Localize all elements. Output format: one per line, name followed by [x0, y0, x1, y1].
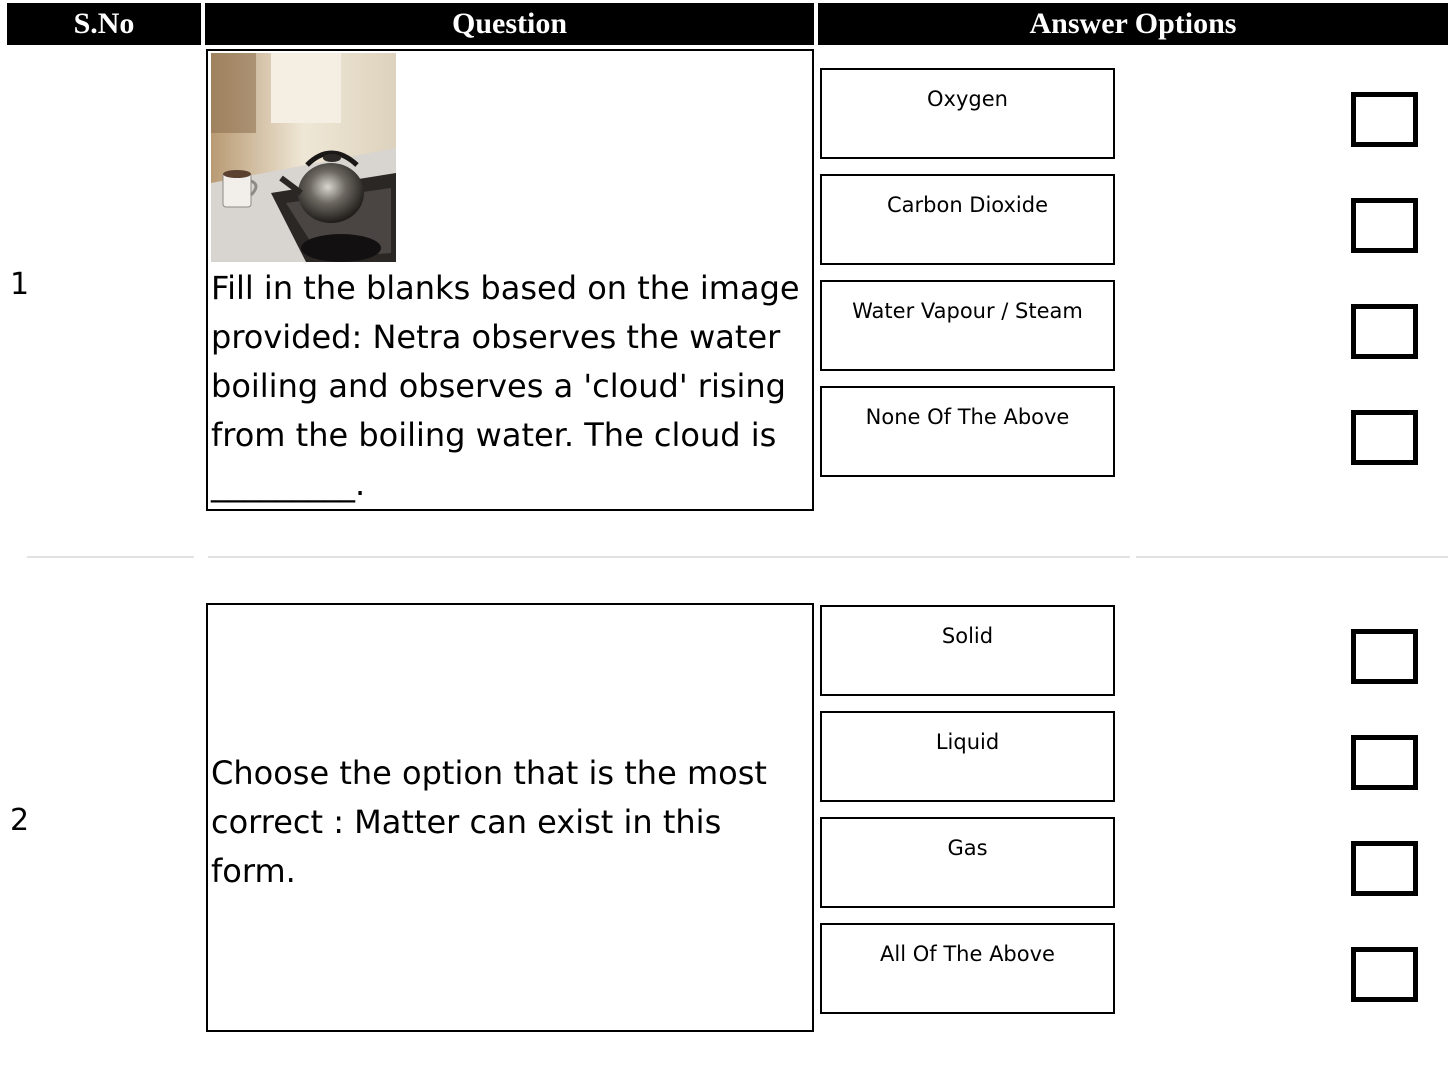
kettle-image [211, 53, 396, 262]
question-2-text: Choose the option that is the most corre… [211, 754, 767, 890]
question-2-option-3[interactable]: Gas [820, 817, 1115, 908]
question-1-option-2[interactable]: Carbon Dioxide [820, 174, 1115, 265]
question-2-checkbox-2[interactable] [1351, 735, 1418, 790]
header-answer-options: Answer Options [818, 3, 1448, 45]
question-1-checkbox-3[interactable] [1351, 304, 1418, 359]
question-2-checkbox-1[interactable] [1351, 629, 1418, 684]
question-2-option-1[interactable]: Solid [820, 605, 1115, 696]
header-question: Question [205, 3, 814, 45]
header-sno: S.No [7, 3, 201, 45]
row-divider [27, 556, 194, 558]
question-2-number: 2 [10, 803, 30, 838]
question-1-text: Fill in the blanks based on the image pr… [211, 269, 800, 503]
question-1-checkbox-4[interactable] [1351, 410, 1418, 465]
question-2-option-4[interactable]: All Of The Above [820, 923, 1115, 1014]
question-1-number: 1 [10, 267, 30, 302]
question-2-box: Choose the option that is the most corre… [206, 603, 814, 1032]
question-1-box: Fill in the blanks based on the image pr… [206, 49, 814, 511]
question-2-option-2[interactable]: Liquid [820, 711, 1115, 802]
question-1-option-1[interactable]: Oxygen [820, 68, 1115, 159]
question-1-checkbox-1[interactable] [1351, 92, 1418, 147]
question-1-option-4[interactable]: None Of The Above [820, 386, 1115, 477]
question-1-option-3[interactable]: Water Vapour / Steam [820, 280, 1115, 371]
question-2-checkbox-4[interactable] [1351, 947, 1418, 1002]
row-divider [1136, 556, 1448, 558]
row-divider [208, 556, 1130, 558]
question-2-checkbox-3[interactable] [1351, 841, 1418, 896]
question-1-checkbox-2[interactable] [1351, 198, 1418, 253]
